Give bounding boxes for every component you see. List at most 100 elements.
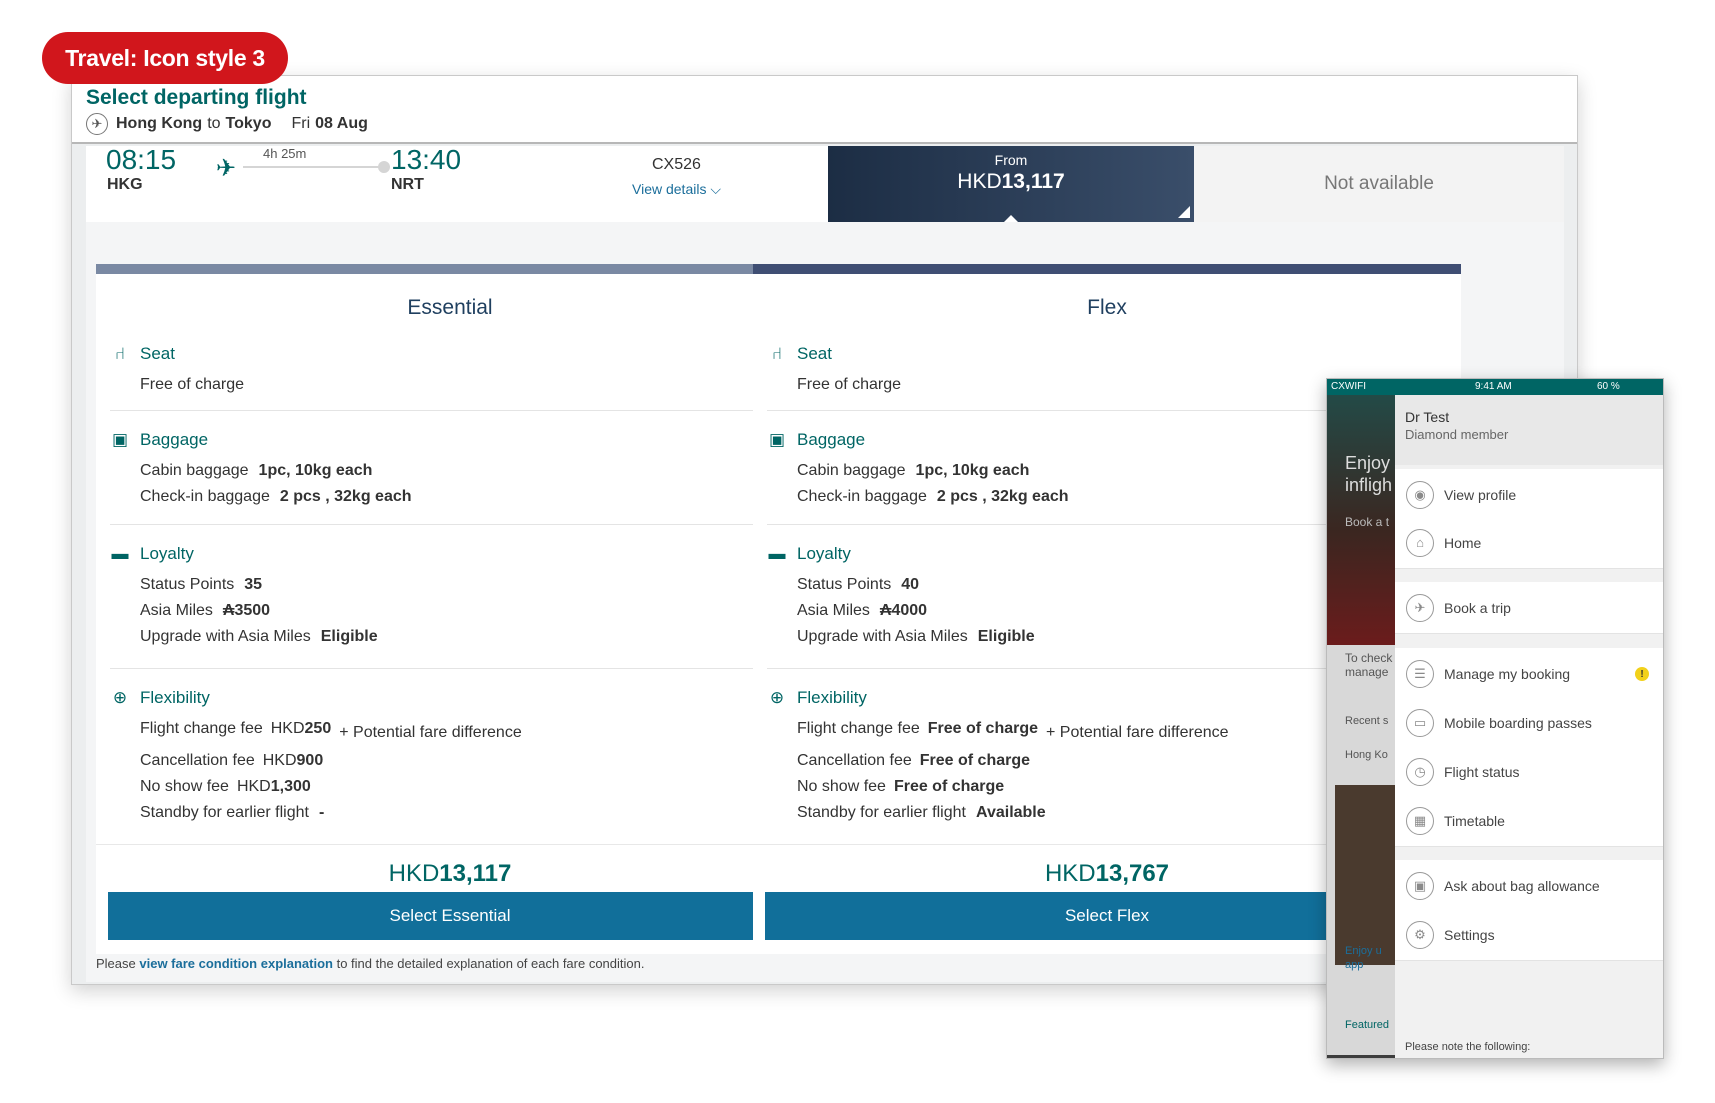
loyalty-section: ▬ Loyalty Status Points 35 Asia Miles ₳3500… bbox=[110, 544, 804, 646]
alert-badge: ! bbox=[1635, 667, 1649, 681]
plane-icon: ✈ bbox=[216, 155, 237, 182]
home-icon: ⌂ bbox=[1406, 528, 1434, 557]
page-header: Select departing flight ✈ Hong Kong to T… bbox=[72, 76, 1577, 144]
menu-item-label: Flight status bbox=[1444, 763, 1520, 780]
bg-text: Enjoy u bbox=[1345, 945, 1382, 957]
carrier: CXWIFI bbox=[1331, 381, 1366, 392]
asia-miles-value: ₳3500 bbox=[222, 602, 271, 619]
divider bbox=[110, 410, 790, 411]
arrival-time: 13:40 bbox=[391, 144, 462, 175]
duration: 4h 25m bbox=[263, 146, 307, 161]
checkin-value: 2 pcs , 32kg each bbox=[936, 488, 1069, 505]
menu-item-label: Book a trip bbox=[1444, 599, 1511, 616]
route-summary: ✈ Hong Kong to Tokyo Fri 08 Aug bbox=[86, 113, 368, 135]
user-tier: Diamond member bbox=[1405, 427, 1509, 442]
change-fee-value: 250 bbox=[304, 720, 332, 737]
bg-text: Book a t bbox=[1345, 515, 1390, 529]
noshow-fee-label: No show fee bbox=[140, 778, 229, 795]
bg-text: To check bbox=[1345, 651, 1393, 665]
menu-item-label: View profile bbox=[1444, 486, 1517, 503]
change-fee-label: Flight change fee bbox=[797, 720, 920, 737]
change-fee-label: Flight change fee bbox=[140, 720, 263, 737]
side-drawer: Dr Test Diamond member ◉ View profile ⌂ … bbox=[1395, 395, 1663, 1058]
boarding-pass-icon: ▭ bbox=[1406, 708, 1434, 737]
route-line bbox=[243, 166, 383, 168]
menu-item-home[interactable]: ⌂ Home bbox=[1395, 517, 1663, 569]
date: 08 Aug bbox=[315, 115, 368, 132]
menu-item-manage-my-booking[interactable]: ☰ Manage my booking ! bbox=[1395, 648, 1663, 700]
seat-icon: ⑁ bbox=[114, 344, 126, 363]
status-bar: CXWIFI 9:41 AM 60 % bbox=[1327, 379, 1663, 395]
flexibility-label: Flexibility bbox=[797, 688, 867, 707]
menu-item-label: Settings bbox=[1444, 926, 1495, 943]
menu-item-label: Mobile boarding passes bbox=[1444, 714, 1592, 731]
bg-text: Featured bbox=[1345, 1019, 1390, 1031]
background-content: Enjoy infligh Book a t To check manage R… bbox=[1327, 395, 1395, 1058]
baggage-label: Baggage bbox=[140, 430, 209, 449]
cancel-fee-value: 900 bbox=[296, 752, 324, 769]
baggage-section: ▣ Baggage Cabin baggage 1pc, 10kg each Che… bbox=[110, 430, 804, 506]
route-dot bbox=[378, 161, 390, 173]
gear-icon: ⚙ bbox=[1406, 920, 1434, 949]
menu-item-settings[interactable]: ⚙ Settings bbox=[1395, 909, 1663, 961]
loyalty-card-icon: ▬ bbox=[111, 544, 129, 563]
menu-item-flight-status[interactable]: ◷ Flight status bbox=[1395, 746, 1663, 798]
standby-value: - bbox=[318, 804, 325, 821]
menu-item-book-a-trip[interactable]: ✈ Book a trip bbox=[1395, 582, 1663, 634]
cabin-value: 1pc, 10kg each bbox=[915, 462, 1030, 479]
fare-price: HKD13,117 bbox=[388, 860, 512, 887]
fare-band bbox=[753, 264, 1461, 274]
cancel-fee-label: Cancellation fee bbox=[140, 752, 255, 769]
view-details-link[interactable]: View details ⌵ bbox=[632, 181, 721, 198]
upgrade-label: Upgrade with Asia Miles bbox=[140, 628, 311, 645]
cabin-value: 1pc, 10kg each bbox=[258, 462, 373, 479]
plane-icon: ✈ bbox=[86, 113, 108, 135]
from-price: HKD13,117 bbox=[957, 170, 1065, 193]
plane-icon: ✈ bbox=[1406, 593, 1434, 622]
economy-fare-box[interactable]: From HKD13,117 bbox=[828, 146, 1194, 223]
from-label: From bbox=[994, 152, 1028, 168]
clock: 9:41 AM bbox=[1475, 381, 1512, 392]
select-essential-button[interactable]: Select Essential bbox=[108, 892, 792, 940]
booking-icon: ☰ bbox=[1406, 659, 1434, 688]
battery: 60 % bbox=[1597, 381, 1620, 392]
fare-condition-link[interactable]: view fare condition explanation bbox=[139, 956, 333, 971]
standby-value: Available bbox=[975, 804, 1046, 821]
menu-item-view-profile[interactable]: ◉ View profile bbox=[1395, 469, 1663, 521]
seat-value: Free of charge bbox=[140, 376, 245, 393]
bg-text: manage bbox=[1345, 665, 1389, 679]
departure-code: HKG bbox=[107, 176, 143, 193]
seat-label: Seat bbox=[140, 344, 175, 363]
status-points-label: Status Points bbox=[140, 576, 235, 593]
menu-item-label: Manage my booking bbox=[1444, 665, 1571, 682]
bg-text: Recent s bbox=[1345, 715, 1389, 727]
bg-text: infligh bbox=[1345, 475, 1393, 495]
loyalty-label: Loyalty bbox=[797, 544, 851, 563]
menu-item-mobile-boarding-passes[interactable]: ▭ Mobile boarding passes bbox=[1395, 697, 1663, 749]
page-title: Select departing flight bbox=[86, 86, 307, 109]
origin: Hong Kong bbox=[116, 115, 203, 132]
seat-icon: ⑁ bbox=[771, 344, 783, 363]
upgrade-value: Eligible bbox=[320, 628, 378, 645]
asia-miles-label: Asia Miles bbox=[140, 602, 213, 619]
menu-item-label: Ask about bag allowance bbox=[1444, 877, 1600, 894]
standby-label: Standby for earlier flight bbox=[797, 804, 966, 821]
fare-name: Flex bbox=[1087, 296, 1127, 319]
menu-item-label: Home bbox=[1444, 534, 1482, 551]
status-points-label: Status Points bbox=[797, 576, 892, 593]
flexibility-icon: ⊕ bbox=[112, 688, 128, 707]
checkin-label: Check-in baggage bbox=[797, 488, 927, 505]
menu-item-ask-about-bag-allowance[interactable]: ▣ Ask about bag allowance bbox=[1395, 860, 1663, 912]
flight-number: CX526 bbox=[652, 156, 701, 173]
departure-time: 08:15 bbox=[106, 144, 177, 175]
bg-text: app bbox=[1345, 959, 1364, 971]
flight-row: 08:15 HKG ✈ 4h 25m 13:40 NRT CX526 View … bbox=[86, 144, 1564, 223]
corner-marker bbox=[1178, 206, 1190, 218]
status-points-value: 40 bbox=[901, 576, 920, 593]
noshow-fee-value: 1,300 bbox=[270, 778, 311, 795]
baggage-label: Baggage bbox=[797, 430, 866, 449]
day: Fri bbox=[291, 115, 311, 132]
change-fee-currency: HKD bbox=[270, 720, 305, 737]
menu-item-timetable[interactable]: ▦ Timetable bbox=[1395, 795, 1663, 847]
cabin-label: Cabin baggage bbox=[140, 462, 249, 479]
